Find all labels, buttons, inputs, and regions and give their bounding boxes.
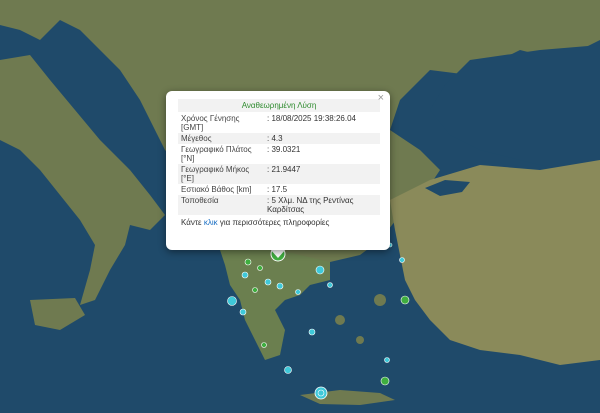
row-value: : 17.5 [264,184,380,195]
quake-marker[interactable] [308,328,316,336]
island [335,315,345,325]
quake-marker[interactable] [276,282,284,290]
quake-marker[interactable] [295,289,301,295]
footer-text-post: για περισσότερες πληροφορίες [217,218,330,227]
row-label: Μέγεθος [178,133,264,144]
row-label: Τοποθεσία [178,195,264,215]
quake-marker[interactable] [241,271,249,279]
quake-marker[interactable] [227,296,237,306]
island [356,336,364,344]
close-icon[interactable]: × [378,93,384,104]
table-row: Μέγεθος : 4.3 [178,133,380,144]
quake-marker[interactable] [384,357,390,363]
row-label: Χρόνος Γένησης [GMT] [178,113,264,133]
popup-pointer [270,249,286,258]
table-row: Τοποθεσία : 5 Χλμ. ΝΔ της Ρεντίνας Καρδί… [178,195,380,215]
table-row: Χρόνος Γένησης [GMT] : 18/08/2025 19:38:… [178,113,380,133]
row-value: : 4.3 [264,133,380,144]
island [374,294,386,306]
quake-info-popup: × Αναθεωρημένη Λύση Χρόνος Γένησης [GMT]… [166,91,390,250]
footer-text-pre: Κάντε [181,218,204,227]
popup-footer: Κάντε κλικ για περισσότερες πληροφορίες [178,218,380,227]
row-label: Εστιακό Βάθος [km] [178,184,264,195]
quake-marker[interactable] [264,278,272,286]
table-row: Γεωγραφικό Πλάτος [°N] : 39.0321 [178,144,380,164]
quake-marker[interactable] [327,282,333,288]
table-row: Γεωγραφικό Μήκος [°E] : 21.9447 [178,164,380,184]
popup-title: Αναθεωρημένη Λύση [178,99,380,112]
quake-marker[interactable] [239,308,247,316]
quake-marker[interactable] [257,265,263,271]
table-row: Εστιακό Βάθος [km] : 17.5 [178,184,380,195]
quake-marker[interactable] [315,265,325,275]
quake-marker[interactable] [400,295,410,305]
quake-marker[interactable] [317,389,325,397]
quake-marker[interactable] [380,376,390,386]
row-value: : 21.9447 [264,164,380,184]
quake-info-table: Χρόνος Γένησης [GMT] : 18/08/2025 19:38:… [178,113,380,215]
row-label: Γεωγραφικό Πλάτος [°N] [178,144,264,164]
row-value: : 39.0321 [264,144,380,164]
quake-marker[interactable] [252,287,258,293]
quake-marker[interactable] [244,258,252,266]
more-info-link[interactable]: κλικ [204,218,218,227]
row-value: : 5 Χλμ. ΝΔ της Ρεντίνας Καρδίτσας [264,195,380,215]
row-label: Γεωγραφικό Μήκος [°E] [178,164,264,184]
quake-marker[interactable] [399,257,405,263]
quake-marker[interactable] [261,342,267,348]
row-value: : 18/08/2025 19:38:26.04 [264,113,380,133]
quake-marker[interactable] [284,366,292,374]
